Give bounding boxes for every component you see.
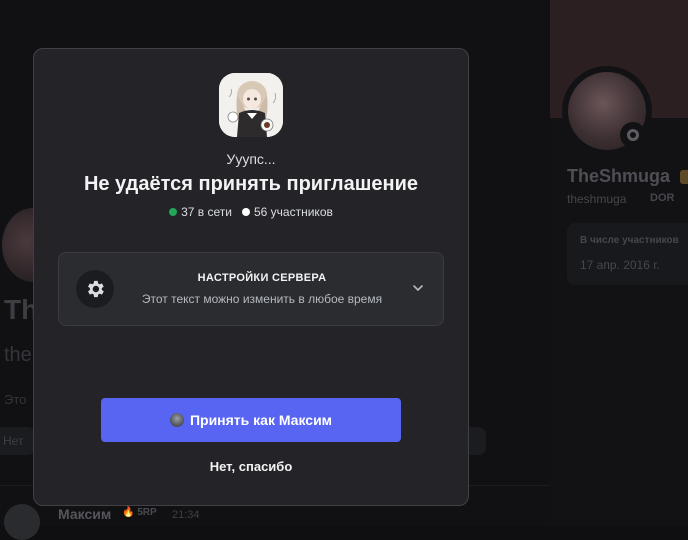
user-avatar <box>169 413 184 427</box>
message-author: Максим <box>58 506 112 522</box>
profile-badge-icon <box>680 170 688 184</box>
status-offline-icon <box>620 122 646 148</box>
decline-button[interactable]: Нет, спасибо <box>34 459 468 474</box>
message-timestamp: 21:34 <box>172 509 200 521</box>
profile-display-name: TheShmuga <box>567 166 671 186</box>
profile-server-tag: DOR <box>650 192 675 204</box>
accept-button-label: Принять как Максим <box>189 412 333 428</box>
invite-modal: Уyупс... Не удаётся принять приглашение … <box>33 48 469 506</box>
chevron-down-icon[interactable] <box>411 281 425 295</box>
settings-description: Этот текст можно изменить в любое время <box>141 292 383 306</box>
modal-subtitle: Уyупс... <box>226 151 276 167</box>
server-settings-card[interactable]: НАСТРОЙКИ СЕРВЕРА Этот текст можно измен… <box>58 252 444 326</box>
members-count-label: 56 участников <box>254 205 333 219</box>
online-count: 37 в сети <box>169 205 232 219</box>
member-since-card <box>567 223 688 285</box>
message-badge: 🔥 5RP <box>122 507 157 518</box>
online-count-label: 37 в сети <box>181 205 232 219</box>
member-counts: 37 в сети 56 участников <box>34 205 468 219</box>
profile-username: theshmuga <box>567 192 627 206</box>
member-since-date: 17 апр. 2016 г. <box>580 258 660 272</box>
background-pill-right <box>468 427 486 455</box>
server-icon <box>219 73 283 137</box>
members-dot-icon <box>242 208 250 216</box>
background-pill-label: Нет <box>3 434 24 448</box>
background-profile-handle: the <box>4 344 32 366</box>
members-count: 56 участников <box>242 205 333 219</box>
member-since-label: В числе участников <box>580 235 679 246</box>
gear-icon <box>76 270 114 308</box>
settings-heading: НАСТРОЙКИ СЕРВЕРА <box>197 272 327 284</box>
message-avatar <box>4 504 40 540</box>
online-dot-icon <box>169 208 178 216</box>
modal-title: Не удаётся принять приглашение <box>83 173 419 195</box>
background-text: Это <box>4 392 27 407</box>
accept-invite-button[interactable]: Принять как Максим <box>101 398 401 442</box>
